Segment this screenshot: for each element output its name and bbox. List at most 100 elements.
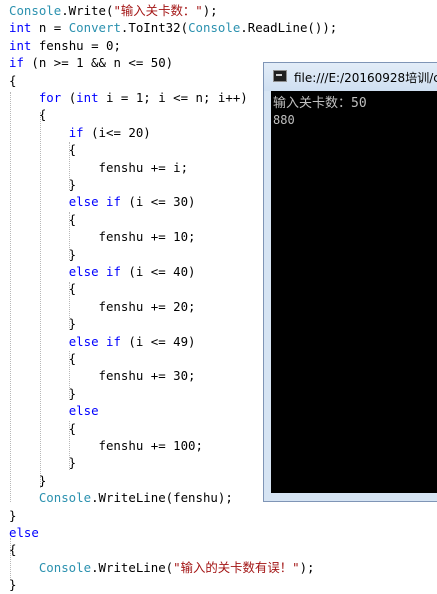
code-line: } (9, 576, 16, 594)
code-token: fenshu += i; (9, 159, 189, 175)
code-line: fenshu += 10; (9, 228, 196, 246)
code-token: Console (38, 559, 92, 575)
code-line: fenshu += 30; (9, 367, 196, 385)
code-token: if (68, 124, 84, 140)
code-line: else if (i <= 40) (9, 263, 196, 281)
code-token: int (9, 20, 32, 36)
code-token: } (9, 472, 47, 488)
code-token: { (9, 142, 77, 158)
code-token: } (9, 385, 77, 401)
code-token: ); (202, 3, 218, 18)
code-token: ); (299, 559, 315, 575)
code-token: if (106, 264, 121, 279)
code-token: .Write( (61, 3, 114, 18)
code-line: Console.WriteLine(fenshu); (9, 489, 233, 507)
code-token: } (9, 177, 77, 192)
code-line: int fenshu = 0; (9, 37, 121, 55)
console-app-icon (273, 70, 287, 82)
code-token: } (9, 455, 77, 471)
code-token: if (106, 194, 121, 210)
code-token: .WriteLine(fenshu); (91, 490, 233, 506)
code-line: int n = Convert.ToInt32(Console.ReadLine… (9, 19, 337, 37)
code-token: Console (188, 20, 241, 36)
code-line: } (9, 246, 76, 264)
code-line: { (9, 141, 76, 159)
code-token: { (9, 542, 17, 558)
code-line: } (9, 176, 76, 194)
code-line: fenshu += 20; (9, 298, 196, 316)
code-line: { (9, 420, 76, 438)
code-line: else if (i <= 30) (9, 193, 196, 211)
code-line: else (9, 402, 99, 420)
code-line: fenshu += i; (9, 159, 189, 177)
code-token: } (9, 577, 17, 593)
code-line: if (i<= 20) (9, 124, 151, 142)
code-token: .ReadLine()); (240, 20, 338, 36)
code-line: for (int i = 1; i <= n; i++) (9, 89, 248, 107)
code-token: else (68, 264, 99, 279)
code-token: } (9, 507, 17, 523)
code-token: ( (61, 90, 77, 105)
code-token: (i <= 30) (120, 194, 196, 210)
console-titlebar[interactable]: file:///E:/20160928培训/c (264, 63, 437, 91)
console-output-prompt: 输入关卡数：50 (273, 96, 367, 111)
code-token: } (9, 316, 77, 332)
code-token: if (9, 55, 24, 71)
code-token: Convert (68, 20, 121, 36)
code-token: else (68, 194, 99, 210)
console-window[interactable]: file:///E:/20160928培训/c 输入关卡数：50 880 (263, 62, 437, 502)
code-token: { (9, 420, 77, 436)
code-token: else (9, 525, 39, 540)
code-token: { (9, 211, 77, 227)
code-token: .WriteLine( (91, 559, 174, 575)
code-token: } (9, 246, 77, 262)
code-token: int (76, 90, 99, 105)
code-token: { (9, 107, 47, 123)
code-token: fenshu += 10; (9, 229, 196, 245)
code-token: for (38, 90, 62, 105)
code-token: (i <= 49) (120, 333, 196, 349)
code-line: } (9, 315, 76, 333)
code-line: { (9, 541, 16, 559)
console-output-result: 880 (273, 113, 295, 127)
code-line: { (9, 211, 76, 229)
code-line: { (9, 106, 46, 124)
console-title: file:///E:/20160928培训/c (294, 71, 437, 85)
code-line: } (9, 472, 46, 490)
code-token: i = 1; i <= n; i++) (98, 90, 248, 105)
code-token: "输入的关卡数有误！" (173, 559, 300, 575)
code-line: Console.Write("输入关卡数："); (9, 2, 218, 20)
code-token: fenshu += 30; (9, 368, 196, 384)
code-token: else (68, 403, 99, 419)
code-token: (n >= 1 && n <= 50) (23, 55, 174, 71)
code-token: .ToInt32( (120, 20, 189, 36)
code-token: "输入关卡数：" (113, 3, 203, 18)
code-token: n = (31, 20, 69, 36)
console-output-area[interactable]: 输入关卡数：50 880 (271, 91, 437, 493)
code-line: } (9, 454, 76, 472)
code-token: { (9, 72, 17, 88)
code-token: (i<= 20) (83, 124, 151, 140)
code-line: { (9, 350, 76, 368)
code-line: { (9, 280, 76, 298)
code-token: else (68, 333, 99, 349)
code-line: } (9, 385, 76, 403)
code-line: Console.WriteLine("输入的关卡数有误！"); (9, 559, 315, 577)
code-line: else if (i <= 49) (9, 333, 196, 351)
code-token: if (106, 333, 121, 349)
code-line: } (9, 507, 16, 525)
code-token: { (9, 351, 77, 366)
code-line: else (9, 524, 39, 542)
code-token: { (9, 281, 77, 297)
